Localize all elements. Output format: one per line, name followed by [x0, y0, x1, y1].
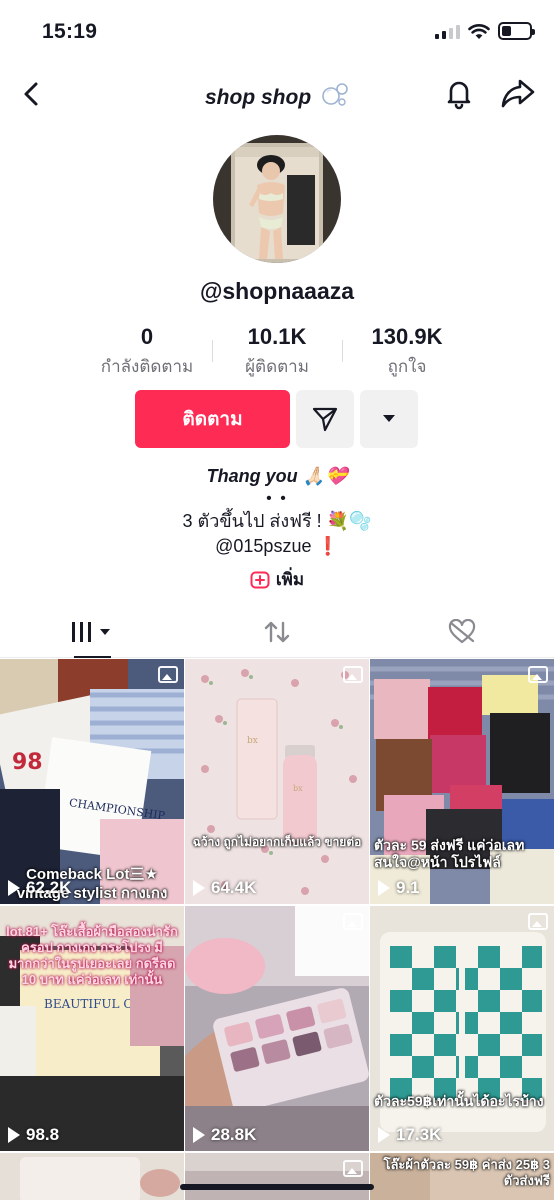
view-count: 28.8K — [193, 1125, 256, 1145]
stat-following-label: กำลังติดตาม — [100, 357, 194, 376]
video-caption: lot.81+ โล๊ะเสื้อผ้ามือสองน่ารัก ครอป กา… — [6, 924, 178, 987]
content-tabs — [0, 606, 554, 658]
view-count: 9.1 — [378, 878, 420, 898]
repost-icon — [264, 621, 290, 642]
video-thumbnail[interactable]: โล๊ะผ้าตัวละ 59฿ ค่าส่ง 25฿ 3 ตัวส่งฟรี — [370, 1153, 554, 1200]
status-bar: 15:19 — [0, 0, 554, 66]
username: @shopnaaaza — [199, 278, 355, 304]
profile-actions: ติดตาม — [135, 390, 418, 448]
profile-header: shop shop — [0, 70, 554, 120]
status-time: 15:19 — [42, 20, 98, 43]
video-thumbnail[interactable]: ตัวละ59฿เท่านั้นได้อะไรบ้าง 17.3K — [370, 906, 554, 1151]
cellular-signal-icon — [435, 23, 460, 39]
video-thumbnail[interactable]: CHAMPIONSHIP 98 Comeback Lot三★ vintage s… — [0, 659, 184, 904]
view-count-text: 28.8K — [211, 1125, 257, 1144]
view-count: 17.3K — [378, 1125, 441, 1145]
view-count-text: 64.4K — [211, 878, 257, 897]
bubbles-icon — [322, 83, 348, 106]
video-grid: CHAMPIONSHIP 98 Comeback Lot三★ vintage s… — [0, 659, 554, 1200]
thumbnail-image — [185, 1153, 369, 1200]
more-options-button[interactable] — [360, 390, 418, 448]
play-icon — [8, 880, 20, 896]
follow-button[interactable]: ติดตาม — [135, 390, 290, 448]
stat-following[interactable]: 0 กำลังติดตาม — [82, 324, 212, 380]
view-count: 98.8 — [8, 1125, 59, 1145]
avatar[interactable] — [213, 135, 341, 263]
bio-line-2: 3 ตัวขึ้นไป ส่งฟรี ! 💐🫧 — [182, 511, 372, 531]
tab-reposts[interactable] — [185, 606, 370, 657]
view-count-text: 98.8 — [26, 1125, 60, 1144]
video-thumbnail[interactable]: ตัวละ 59 ส่งฟรี แค่ว่อเลท สนใจ@หน้า โปรไ… — [370, 659, 554, 904]
stat-followers-count: 10.1K — [247, 324, 307, 349]
grid-lines-icon — [72, 621, 111, 642]
stat-likes[interactable]: 130.9K ถูกใจ — [342, 324, 472, 380]
page-title-text: shop shop — [204, 86, 312, 109]
bio-dots: • • — [266, 490, 288, 507]
video-thumbnail[interactable]: bx bx ฉว้าง ถูกไม่อยากเก็บแล้ว ขายต่อ 64… — [185, 659, 369, 904]
view-count-text: 17.3K — [396, 1125, 442, 1144]
profile-stats: 0 กำลังติดตาม 10.1K ผู้ติดตาม 130.9K ถูก… — [0, 324, 554, 380]
stat-likes-count: 130.9K — [371, 324, 443, 349]
send-icon — [312, 407, 338, 432]
caret-down-icon — [383, 415, 395, 422]
status-icons — [435, 22, 535, 40]
thumbnail-image — [0, 1153, 184, 1200]
video-caption: ฉว้าง ถูกไม่อยากเก็บแล้ว ขายต่อ — [192, 835, 362, 849]
video-caption: ตัวละ 59 ส่งฟรี แค่ว่อเลท สนใจ@หน้า โปรไ… — [374, 837, 525, 870]
stat-followers[interactable]: 10.1K ผู้ติดตาม — [212, 324, 342, 380]
video-thumbnail[interactable]: 28.8K — [185, 906, 369, 1151]
bio-line-1: Thang you 🙏🏻💝 — [206, 466, 348, 486]
photo-post-icon — [528, 913, 548, 930]
svg-text:bx: bx — [247, 736, 258, 746]
photo-post-icon — [343, 1160, 363, 1177]
play-icon — [378, 1127, 390, 1143]
share-icon[interactable] — [500, 76, 536, 110]
photo-post-icon — [343, 666, 363, 683]
avatar-image — [213, 135, 341, 263]
thumbnail-image: bx bx — [185, 659, 369, 904]
thumbnail-image — [185, 906, 369, 1151]
video-caption: โล๊ะผ้าตัวละ 59฿ ค่าส่ง 25฿ 3 ตัวส่งฟรี — [383, 1157, 550, 1188]
video-thumbnail[interactable]: BEAUTIFUL CATS lot.81+ โล๊ะเสื้อผ้ามือสอ… — [0, 906, 184, 1151]
battery-icon — [498, 22, 535, 40]
photo-post-icon — [158, 666, 178, 683]
tab-videos[interactable] — [0, 606, 185, 658]
play-icon — [193, 1127, 205, 1143]
profile-bio: Thang you 🙏🏻💝 • • 3 ตัวขึ้นไป ส่งฟรี ! 💐… — [0, 464, 554, 559]
video-thumbnail[interactable] — [185, 1153, 369, 1200]
view-count: 62.2K — [8, 878, 71, 898]
stat-following-count: 0 — [140, 324, 154, 349]
home-indicator[interactable] — [180, 1184, 374, 1190]
add-bio-label: เพิ่ม — [275, 570, 305, 589]
photo-post-icon — [528, 666, 548, 683]
wifi-icon — [468, 23, 490, 39]
stat-likes-label: ถูกใจ — [387, 357, 427, 376]
bio-line-3: @015pszue ❗ — [215, 536, 339, 556]
view-count: 64.4K — [193, 878, 256, 898]
video-thumbnail[interactable] — [0, 1153, 184, 1200]
message-button[interactable] — [296, 390, 354, 448]
video-caption: ตัวละ59฿เท่านั้นได้อะไรบ้าง — [374, 1093, 544, 1109]
play-icon — [193, 880, 205, 896]
stat-followers-label: ผู้ติดตาม — [245, 357, 309, 376]
thumbnail-image — [370, 906, 554, 1151]
bell-icon[interactable] — [442, 76, 476, 110]
photo-post-icon — [343, 913, 363, 930]
add-bio-link[interactable]: เพิ่ม — [0, 566, 554, 593]
view-count-text: 62.2K — [26, 878, 72, 897]
svg-text:bx: bx — [293, 784, 303, 793]
svg-text:98: 98 — [12, 750, 43, 775]
tab-liked[interactable] — [369, 606, 554, 657]
add-square-icon — [250, 571, 270, 588]
play-icon — [8, 1127, 20, 1143]
view-count-text: 9.1 — [396, 878, 420, 897]
play-icon — [378, 880, 390, 896]
liked-hidden-icon — [448, 618, 475, 643]
